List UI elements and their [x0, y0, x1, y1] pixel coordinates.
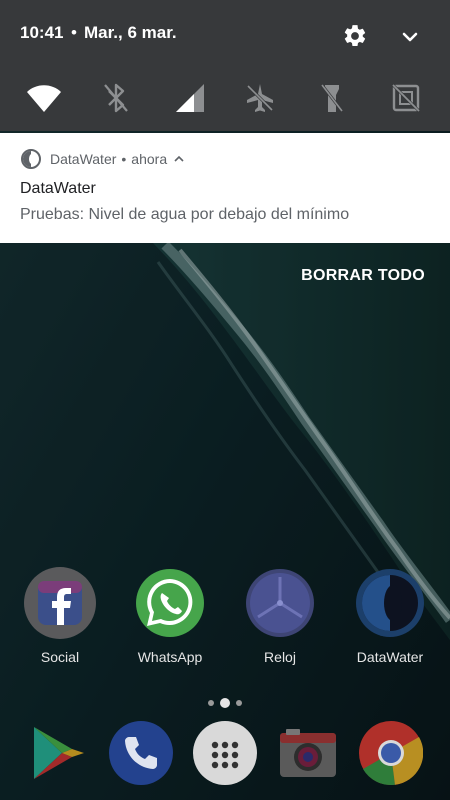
notification-time: ahora	[131, 151, 168, 167]
auto-rotate-icon[interactable]	[388, 80, 424, 116]
settings-gear-icon[interactable]	[342, 23, 368, 49]
notification-separator: •	[121, 151, 127, 167]
app-reloj[interactable]: Reloj	[235, 567, 325, 677]
chrome-icon[interactable]	[359, 721, 423, 785]
play-store-icon[interactable]	[26, 721, 90, 785]
app-social[interactable]: Social	[15, 567, 105, 677]
chevron-up-icon[interactable]	[173, 153, 185, 165]
facebook-icon	[24, 567, 96, 639]
chevron-down-icon[interactable]	[398, 25, 422, 49]
notification-app-name: DataWater	[50, 151, 117, 167]
app-label-datawater: DataWater	[356, 649, 424, 665]
clock-time: 10:41	[20, 23, 64, 42]
notification-title: DataWater	[20, 180, 96, 197]
datawater-icon	[356, 569, 424, 637]
airplane-icon[interactable]	[242, 80, 278, 116]
datawater-notification[interactable]: DataWater • ahora DataWater Pruebas: Niv…	[0, 133, 450, 243]
app-drawer-icon[interactable]	[193, 721, 257, 785]
app-label-reloj: Reloj	[264, 649, 296, 665]
clock-icon	[246, 569, 314, 637]
quick-tiles-row	[0, 72, 450, 122]
status-date[interactable]: Mar., 6 mar.	[84, 23, 177, 43]
page-indicator	[208, 698, 242, 708]
notification-header: DataWater • ahora	[20, 149, 185, 169]
flashlight-icon[interactable]	[314, 80, 350, 116]
clear-all-button[interactable]: BORRAR TODO	[301, 267, 425, 285]
wifi-icon[interactable]	[26, 80, 62, 116]
whatsapp-icon	[136, 569, 204, 637]
camera-icon[interactable]	[276, 721, 340, 785]
app-label-whatsapp: WhatsApp	[137, 649, 203, 665]
signal-icon[interactable]	[172, 80, 208, 116]
status-separator: •	[71, 23, 77, 42]
bluetooth-icon[interactable]	[98, 80, 134, 116]
quick-settings-shade: 10:41 • Mar., 6 mar.	[0, 0, 450, 131]
phone-icon[interactable]	[109, 721, 173, 785]
app-whatsapp[interactable]: WhatsApp	[125, 567, 215, 677]
app-label-social: Social	[40, 649, 80, 665]
status-row: 10:41 • Mar., 6 mar.	[0, 0, 450, 66]
notification-body: Pruebas: Nivel de agua por debajo del mí…	[20, 206, 350, 223]
datawater-small-icon	[21, 149, 41, 169]
app-datawater[interactable]: DataWater	[345, 567, 435, 677]
